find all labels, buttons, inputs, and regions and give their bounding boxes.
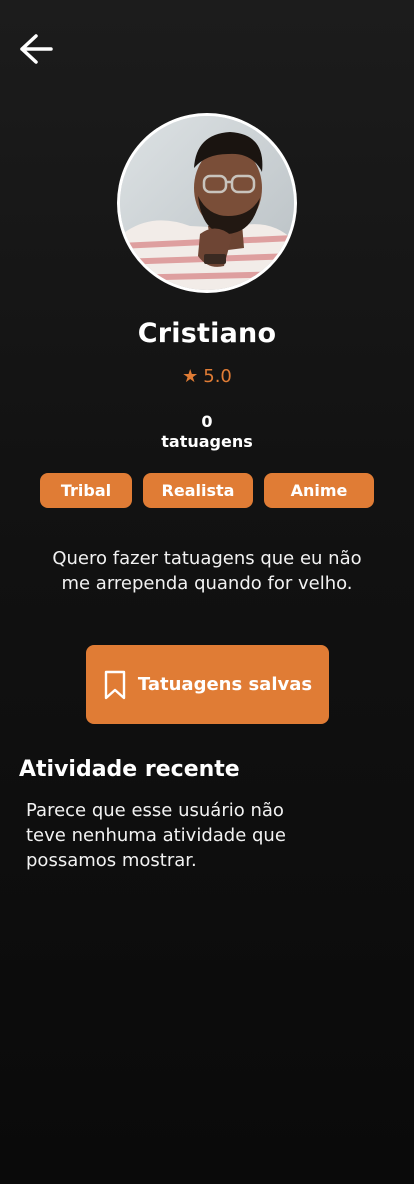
tag-realista[interactable]: Realista [143,473,253,508]
tag-anime[interactable]: Anime [264,473,374,508]
user-bio: Quero fazer tatuagens que eu não me arre… [52,548,362,594]
avatar [117,113,297,293]
rating-value: 5.0 [203,366,232,387]
tag-tribal[interactable]: Tribal [40,473,132,508]
back-button[interactable] [14,30,56,68]
bookmark-icon [103,670,127,700]
recent-activity-title: Atividade recente [19,757,240,782]
avatar-photo [120,116,294,290]
recent-activity-empty: Parece que esse usuário não teve nenhuma… [26,800,286,871]
tattoo-count-value: 0 [201,412,213,431]
tattoo-count: 0 tatuagens [0,412,414,452]
star-icon: ★ [182,366,199,387]
style-tags: Tribal Realista Anime [0,473,414,508]
saved-tattoos-label: Tatuagens salvas [137,674,313,695]
user-rating: ★ 5.0 [0,366,414,387]
arrow-left-icon [20,34,53,64]
saved-tattoos-button[interactable]: Tatuagens salvas [86,645,329,724]
tattoo-count-label: tatuagens [161,432,253,451]
user-name: Cristiano [137,318,277,349]
